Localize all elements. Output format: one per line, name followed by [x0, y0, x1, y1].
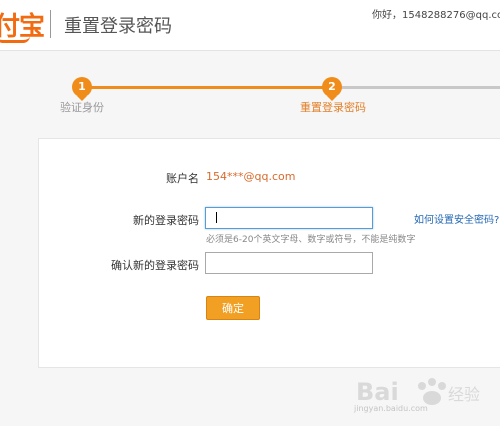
step-1-label: 验证身份 [60, 101, 104, 114]
step-1-marker: 1 [72, 77, 92, 97]
confirm-password-input[interactable] [205, 252, 373, 274]
page-title: 重置登录密码 [64, 16, 172, 37]
password-help-link[interactable]: 如何设置安全密码? [414, 211, 499, 226]
svg-text:经验: 经验 [448, 385, 480, 404]
confirm-password-label: 确认新的登录密码 [111, 259, 199, 272]
svg-text:Bai: Bai [356, 378, 399, 406]
user-greeting-text: 你好，1548288276@qq.com [372, 10, 500, 21]
account-value: 154***@qq.com [206, 170, 296, 183]
top-header: 付宝 重置登录密码 你好，1548288276@qq.com | [0, 0, 500, 51]
step-progress-remaining [334, 86, 500, 89]
account-label: 账户名 [166, 172, 199, 185]
step-progress-done [82, 86, 334, 89]
user-greeting[interactable]: 你好，1548288276@qq.com | [372, 6, 500, 21]
new-password-hint: 必须是6-20个英文字母、数字或符号，不能是纯数字 [206, 235, 416, 245]
new-password-input[interactable] [205, 207, 373, 229]
watermark-url: jingyan.baidu.com [354, 404, 428, 413]
text-caret [216, 212, 217, 223]
step-2-label: 重置登录密码 [300, 101, 366, 114]
step-2-marker: 2 [322, 77, 342, 97]
logo-swoosh-icon [0, 36, 30, 43]
new-password-label: 新的登录密码 [133, 214, 199, 227]
confirm-button[interactable]: 确定 [206, 296, 260, 320]
header-divider [50, 10, 51, 38]
